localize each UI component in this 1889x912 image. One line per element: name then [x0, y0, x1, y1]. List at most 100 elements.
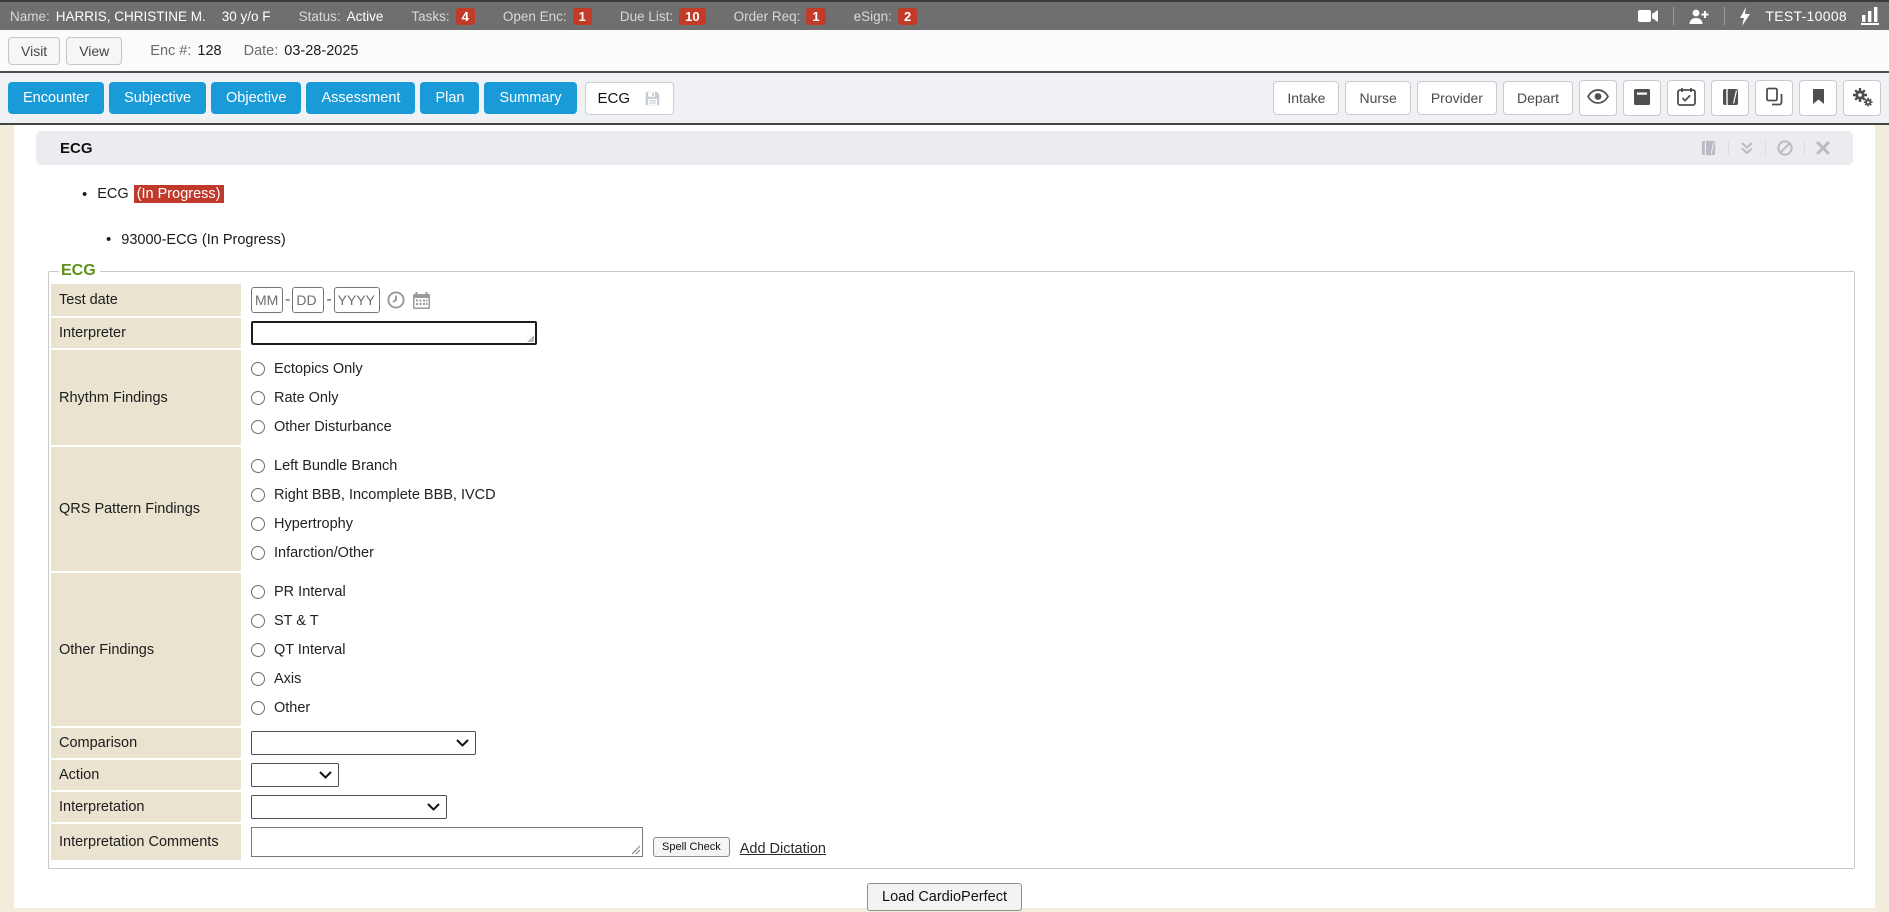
tab-assessment[interactable]: Assessment [306, 82, 415, 114]
in-progress-highlight: (In Progress) [134, 185, 224, 203]
close-icon[interactable] [1804, 141, 1841, 155]
calendar-picker-icon[interactable] [412, 291, 431, 310]
radio-pr-interval[interactable]: PR Interval [251, 577, 346, 606]
open-enc-counter[interactable]: Open Enc: 1 [503, 8, 592, 25]
radio-label: ST & T [274, 613, 319, 629]
comparison-select[interactable] [251, 731, 476, 755]
radio-rate-only[interactable]: Rate Only [251, 383, 338, 412]
spell-check-button[interactable]: Spell Check [653, 837, 730, 857]
add-dictation-link[interactable]: Add Dictation [740, 841, 826, 857]
radio-right-bbb[interactable]: Right BBB, Incomplete BBB, IVCD [251, 480, 496, 509]
tab-summary[interactable]: Summary [484, 82, 576, 114]
test-date-yyyy-input[interactable] [334, 287, 380, 313]
bar-chart-icon[interactable] [1861, 7, 1879, 25]
view-button[interactable]: View [66, 37, 122, 65]
cancel-ban-icon[interactable] [1765, 140, 1804, 156]
load-cardioperfect-button[interactable]: Load CardioPerfect [867, 883, 1022, 911]
save-icon[interactable] [644, 90, 661, 107]
radio-st-and-t[interactable]: ST & T [251, 606, 319, 635]
radio-button[interactable] [251, 459, 265, 473]
radio-other[interactable]: Other [251, 693, 310, 722]
copy-button[interactable] [1755, 80, 1793, 116]
radio-button[interactable] [251, 517, 265, 531]
test-date-row: Test date - - [51, 284, 1852, 316]
radio-button[interactable] [251, 672, 265, 686]
eye-preview-button[interactable] [1579, 80, 1617, 116]
order-item[interactable]: • ECG (In Progress) [82, 185, 1875, 203]
enc-label: Enc #: [150, 43, 191, 59]
schedule-button[interactable] [1667, 80, 1705, 116]
tab-ecg-active[interactable]: ECG [585, 82, 675, 115]
radio-other-disturbance[interactable]: Other Disturbance [251, 412, 392, 441]
open-enc-badge[interactable]: 1 [573, 8, 592, 25]
radio-button[interactable] [251, 391, 265, 405]
date-separator: - [326, 291, 331, 309]
radio-qt-interval[interactable]: QT Interval [251, 635, 345, 664]
video-camera-icon[interactable] [1637, 8, 1659, 24]
resize-grip-icon[interactable] [631, 845, 641, 855]
archive-button[interactable] [1623, 80, 1661, 116]
tab-plan[interactable]: Plan [420, 82, 479, 114]
radio-button[interactable] [251, 585, 265, 599]
sub-order-item[interactable]: • 93000-ECG (In Progress) [106, 231, 1875, 248]
radio-left-bundle-branch[interactable]: Left Bundle Branch [251, 451, 397, 480]
test-date-dd-input[interactable] [292, 287, 324, 313]
visit-button[interactable]: Visit [8, 37, 60, 65]
action-select[interactable] [251, 763, 339, 787]
radio-label: Left Bundle Branch [274, 458, 397, 474]
interpreter-input[interactable] [251, 321, 537, 345]
tasks-label: Tasks: [411, 9, 449, 24]
add-patient-icon[interactable] [1688, 8, 1710, 25]
esign-badge[interactable]: 2 [898, 8, 917, 25]
rhythm-findings-row: Rhythm Findings Ectopics Only Rate Only … [51, 350, 1852, 445]
due-list-counter[interactable]: Due List: 10 [620, 8, 706, 25]
radio-axis[interactable]: Axis [251, 664, 301, 693]
nurse-button[interactable]: Nurse [1345, 81, 1410, 115]
radio-button[interactable] [251, 643, 265, 657]
tasks-counter[interactable]: Tasks: 4 [411, 8, 475, 25]
radio-button[interactable] [251, 488, 265, 502]
radio-button[interactable] [251, 546, 265, 560]
radio-button[interactable] [251, 362, 265, 376]
order-req-badge[interactable]: 1 [806, 8, 825, 25]
settings-button[interactable] [1843, 80, 1881, 116]
esign-counter[interactable]: eSign: 2 [854, 8, 918, 25]
chart-notes-button[interactable] [1711, 80, 1749, 116]
book-icon[interactable] [1689, 140, 1728, 156]
tab-encounter[interactable]: Encounter [8, 82, 104, 114]
radio-button[interactable] [251, 614, 265, 628]
bullet: • [82, 186, 87, 203]
intake-button[interactable]: Intake [1273, 81, 1339, 115]
collapse-chevrons-icon[interactable] [1728, 141, 1765, 155]
chevron-down-icon [456, 739, 469, 747]
date-label: Date: [244, 43, 279, 59]
time-clock-icon[interactable] [387, 291, 405, 309]
sub-order-item-label[interactable]: 93000-ECG (In Progress) [121, 232, 285, 248]
radio-infarction-other[interactable]: Infarction/Other [251, 538, 374, 567]
interpretation-select[interactable] [251, 795, 447, 819]
depart-button[interactable]: Depart [1503, 81, 1573, 115]
test-date-mm-input[interactable] [251, 287, 283, 313]
tab-ecg-label: ECG [598, 90, 631, 107]
bullet: • [106, 231, 111, 248]
bookmark-button[interactable] [1799, 80, 1837, 116]
tab-objective[interactable]: Objective [211, 82, 301, 114]
radio-ectopics-only[interactable]: Ectopics Only [251, 354, 363, 383]
encounter-number: Enc #: 128 [150, 43, 221, 59]
bookmark-icon [1812, 88, 1825, 108]
radio-button[interactable] [251, 420, 265, 434]
radio-hypertrophy[interactable]: Hypertrophy [251, 509, 353, 538]
book-icon [1721, 88, 1740, 109]
radio-button[interactable] [251, 701, 265, 715]
other-findings-row: Other Findings PR Interval ST & T QT Int… [51, 573, 1852, 726]
tab-subjective[interactable]: Subjective [109, 82, 206, 114]
resize-grip[interactable] [527, 335, 534, 342]
lightning-icon[interactable] [1739, 7, 1751, 26]
order-req-counter[interactable]: Order Req: 1 [734, 8, 826, 25]
provider-button[interactable]: Provider [1417, 81, 1497, 115]
tasks-badge[interactable]: 4 [456, 8, 475, 25]
interpretation-comments-textarea[interactable] [251, 827, 643, 857]
radio-label: Other Disturbance [274, 419, 392, 435]
due-list-badge[interactable]: 10 [679, 8, 705, 25]
order-item-label[interactable]: ECG [97, 186, 128, 202]
